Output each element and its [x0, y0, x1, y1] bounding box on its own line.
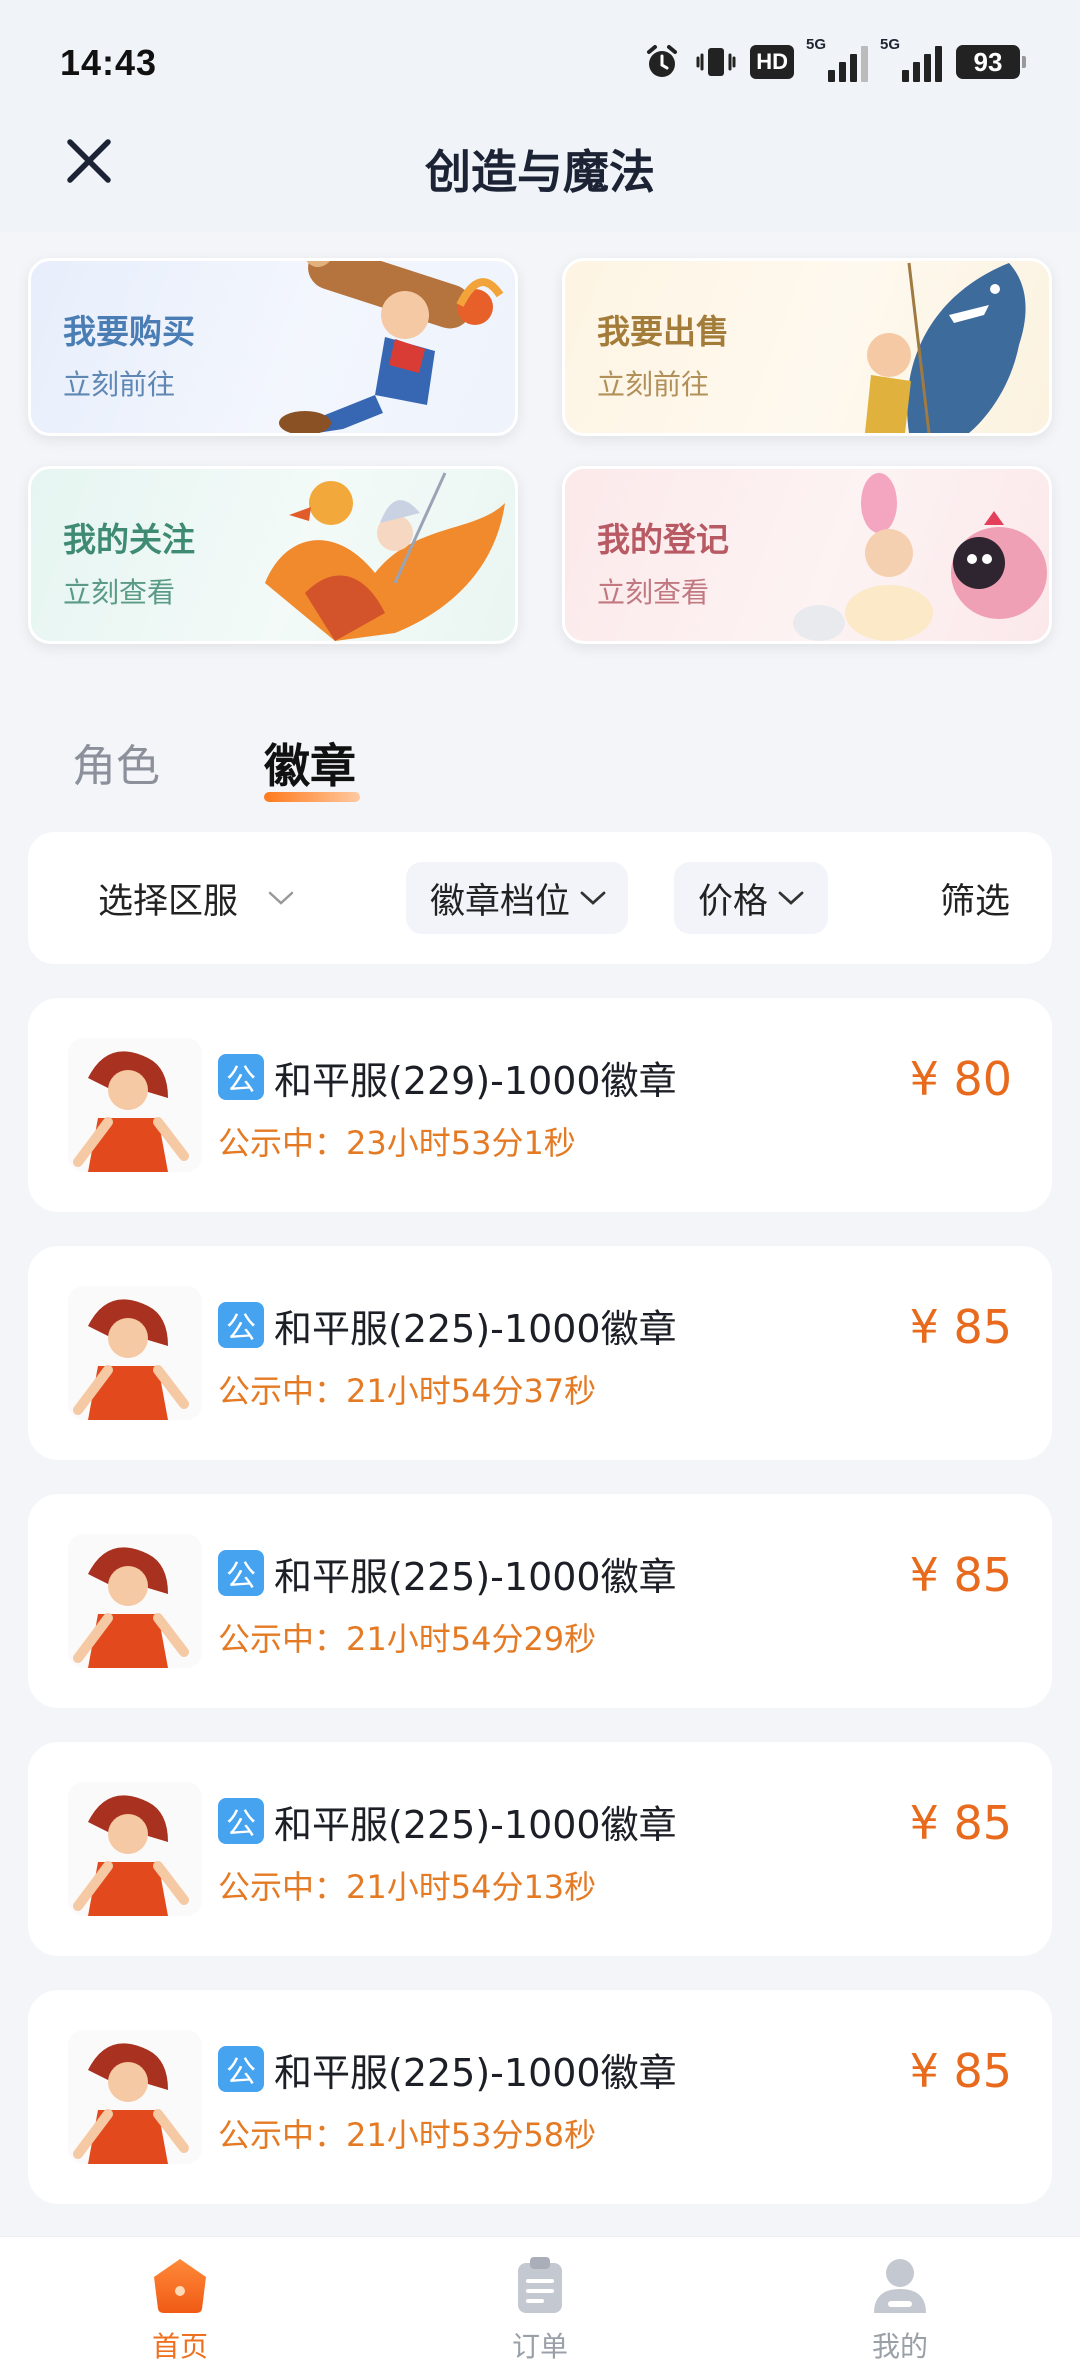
- active-tab-indicator: [264, 792, 360, 802]
- tab-role[interactable]: 角色: [72, 730, 160, 794]
- listing-item[interactable]: 公 和平服(229)-1000徽章 公示中：23小时53分1秒 ¥ 80: [28, 998, 1052, 1212]
- listing-status: 公示中：21小时54分29秒: [218, 1620, 597, 1658]
- public-badge: 公: [218, 1302, 264, 1348]
- bottom-nav: 首页 订单 我的: [0, 2236, 1080, 2376]
- buy-card-subtitle: 立刻前往: [63, 368, 176, 401]
- region-select-label: 选择区服: [98, 881, 239, 922]
- signal-icon-2: 5G: [880, 36, 942, 82]
- listing-price: ¥ 85: [909, 1548, 1012, 1602]
- pets-illustration: [793, 473, 1047, 641]
- follow-card[interactable]: 我的关注 立刻查看: [28, 466, 518, 644]
- listing-title: 和平服(225)-1000徽章: [274, 1555, 677, 1599]
- hd-icon: HD: [750, 45, 794, 79]
- chevron-down-icon: [580, 891, 606, 905]
- listing-title: 和平服(225)-1000徽章: [274, 2051, 677, 2095]
- phoenix-rider-illustration: [265, 472, 505, 641]
- listing-price: ¥ 85: [909, 2044, 1012, 2098]
- filter-button[interactable]: 筛选: [940, 862, 1010, 934]
- home-icon: [154, 2259, 206, 2313]
- buy-card[interactable]: 我要购买 立刻前往: [28, 258, 518, 436]
- public-badge: 公: [218, 1054, 264, 1100]
- status-bar: 14:43 HD 5G 5G 93: [0, 0, 1080, 128]
- character-avatar: [68, 1782, 202, 1916]
- listing-item[interactable]: 公 和平服(225)-1000徽章 公示中：21小时54分29秒 ¥ 85: [28, 1494, 1052, 1708]
- listing-item[interactable]: 公 和平服(225)-1000徽章 公示中：21小时54分37秒 ¥ 85: [28, 1246, 1052, 1460]
- badge-tier-label: 徽章档位: [430, 881, 571, 922]
- sell-card-title: 我要出售: [597, 312, 729, 351]
- listing-item[interactable]: 公 和平服(225)-1000徽章 公示中：21小时54分13秒 ¥ 85: [28, 1742, 1052, 1956]
- lumberjack-illustration: [279, 261, 504, 433]
- sell-card-subtitle: 立刻前往: [597, 368, 710, 401]
- vibrate-icon: [696, 48, 736, 76]
- price-sort-select[interactable]: 价格: [674, 862, 829, 934]
- public-badge: 公: [218, 1550, 264, 1596]
- character-avatar: [68, 2030, 202, 2164]
- character-avatar: [68, 1534, 202, 1668]
- region-select[interactable]: 选择区服: [98, 862, 296, 934]
- listing-status: 公示中：21小时53分58秒: [218, 2116, 597, 2154]
- listing-price: ¥ 85: [909, 1300, 1012, 1354]
- tab-badge[interactable]: 徽章: [264, 730, 356, 796]
- register-card[interactable]: 我的登记 立刻查看: [562, 466, 1052, 644]
- badge-tier-select[interactable]: 徽章档位: [406, 862, 629, 934]
- listing-status: 公示中：23小时53分1秒: [218, 1124, 576, 1162]
- listing-title: 和平服(225)-1000徽章: [274, 1803, 677, 1847]
- status-time: 14:43: [60, 42, 158, 83]
- nav-home[interactable]: 首页: [80, 2255, 280, 2365]
- listing-item[interactable]: 公 和平服(225)-1000徽章 公示中：21小时53分58秒 ¥ 85: [28, 1990, 1052, 2204]
- chevron-down-icon: [268, 891, 294, 905]
- alarm-icon: [647, 45, 678, 77]
- register-card-title: 我的登记: [597, 520, 729, 559]
- public-badge: 公: [218, 2046, 264, 2092]
- listing-title: 和平服(225)-1000徽章: [274, 1307, 677, 1351]
- nav-orders[interactable]: 订单: [440, 2255, 640, 2365]
- listing-status: 公示中：21小时54分13秒: [218, 1868, 597, 1906]
- nav-home-label: 首页: [151, 2330, 208, 2363]
- chevron-down-icon: [778, 891, 804, 905]
- status-icons: HD 5G 5G 93: [642, 36, 1026, 84]
- listing-title: 和平服(229)-1000徽章: [274, 1059, 677, 1103]
- clipboard-icon: [518, 2257, 562, 2313]
- character-avatar: [68, 1038, 202, 1172]
- sell-card[interactable]: 我要出售 立刻前往: [562, 258, 1052, 436]
- follow-card-title: 我的关注: [63, 520, 195, 559]
- battery-icon: 93: [956, 45, 1026, 79]
- page-title: 创造与魔法: [425, 145, 655, 199]
- buy-card-title: 我要购买: [63, 312, 195, 351]
- follow-card-subtitle: 立刻查看: [63, 576, 176, 609]
- nav-profile[interactable]: 我的: [800, 2255, 1000, 2365]
- nav-orders-label: 订单: [511, 2330, 568, 2363]
- register-card-subtitle: 立刻查看: [597, 576, 710, 609]
- listing-price: ¥ 80: [909, 1052, 1012, 1106]
- shark-illustration: [865, 262, 1026, 433]
- public-badge: 公: [218, 1798, 264, 1844]
- character-avatar: [68, 1286, 202, 1420]
- user-icon: [874, 2259, 926, 2313]
- filter-bar: 选择区服 徽章档位 价格 筛选: [28, 832, 1052, 964]
- header: 创造与魔法: [0, 110, 1080, 232]
- listing-price: ¥ 85: [909, 1796, 1012, 1850]
- nav-profile-label: 我的: [871, 2330, 928, 2363]
- listing-status: 公示中：21小时54分37秒: [218, 1372, 597, 1410]
- signal-icon-1: 5G: [806, 36, 868, 82]
- price-sort-label: 价格: [698, 881, 769, 922]
